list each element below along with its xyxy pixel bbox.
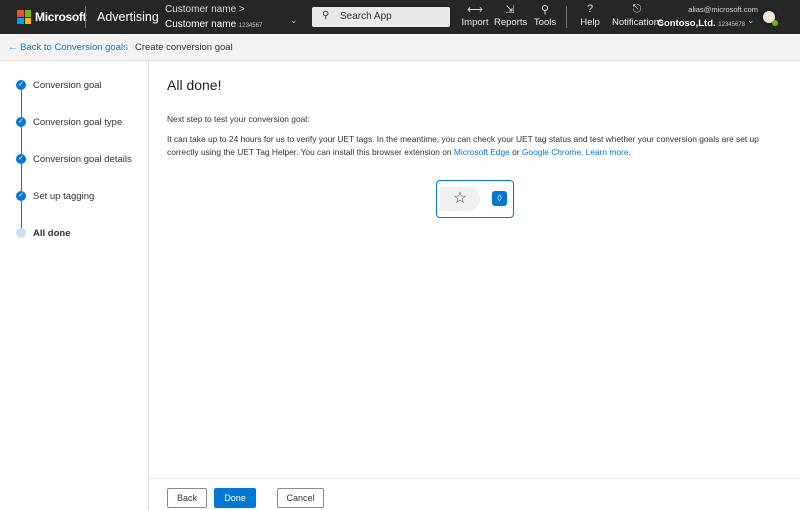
page-title: All done! <box>167 77 222 93</box>
divider <box>85 6 86 28</box>
page-breadcrumb: Create conversion goal <box>135 42 233 53</box>
microsoft-logo-icon <box>17 10 31 24</box>
back-button[interactable]: Back <box>167 488 207 508</box>
subheader: ← Back to Conversion goals Create conver… <box>0 34 800 61</box>
nav-reports[interactable]: ⇲ Reports <box>494 3 527 28</box>
account-picker[interactable]: Customer name 1234567 <box>165 19 262 30</box>
step-connector <box>20 90 22 117</box>
search-input[interactable]: ⚲ Search App <box>312 7 450 27</box>
instructions-text: It can take up to 24 hours for us to ver… <box>167 134 759 157</box>
check-icon: ✓ <box>16 80 26 90</box>
divider <box>566 6 567 28</box>
step-all-done: All done <box>33 228 71 239</box>
nav-help[interactable]: ? Help <box>578 3 602 28</box>
search-icon: ⚲ <box>322 10 330 21</box>
step-conversion-goal-type: Conversion goal type <box>33 117 123 128</box>
chevron-down-icon[interactable]: ⌄ <box>290 15 298 26</box>
brand: Microsoft <box>35 10 87 24</box>
help-icon: ? <box>586 3 594 15</box>
uet-tag-helper-illustration: ☆ ◊ <box>436 180 514 218</box>
step-connector <box>20 127 22 154</box>
tag-icon: ◊ <box>492 191 507 206</box>
step-connector <box>20 164 22 191</box>
nav-import[interactable]: ⟷ Import <box>461 3 489 28</box>
account-switcher[interactable]: Contoso,Ltd. 12345678 <box>657 18 745 29</box>
product-name[interactable]: Advertising <box>97 10 159 24</box>
star-icon: ☆ <box>440 187 480 211</box>
tools-icon: ⚲ <box>540 4 550 16</box>
current-step-dot-icon <box>16 228 26 238</box>
step-connector <box>20 201 22 228</box>
check-icon: ✓ <box>16 154 26 164</box>
step-set-up-tagging: Set up tagging <box>33 191 95 202</box>
divider <box>125 39 126 56</box>
stepper: ✓ ✓ ✓ ✓ Conversion goal Conversion goal … <box>0 61 149 510</box>
reports-icon: ⇲ <box>505 4 515 16</box>
chevron-down-icon[interactable]: ⌄ <box>747 15 755 26</box>
check-icon: ✓ <box>16 191 26 201</box>
avatar[interactable] <box>760 8 778 26</box>
done-button[interactable]: Done <box>214 488 256 508</box>
google-chrome-link[interactable]: Google Chrome <box>522 147 581 157</box>
cancel-button[interactable]: Cancel <box>277 488 324 508</box>
nav-notifications[interactable]: ⎋ Notifications <box>612 3 664 28</box>
check-icon: ✓ <box>16 117 26 127</box>
step-conversion-goal-details: Conversion goal details <box>33 154 132 165</box>
nav-tools[interactable]: ⚲ Tools <box>533 3 557 28</box>
learn-more-link[interactable]: Learn more. <box>586 147 631 157</box>
presence-indicator <box>772 20 778 26</box>
top-bar: Microsoft Advertising Customer name > Cu… <box>0 0 800 34</box>
user-email: alias@microsoft.com <box>688 5 758 14</box>
intro-text: Next step to test your conversion goal: <box>167 114 310 124</box>
arrow-left-icon: ← <box>8 42 18 53</box>
customer-breadcrumb[interactable]: Customer name > <box>165 4 245 15</box>
bell-icon: ⎋ <box>632 3 642 15</box>
back-to-conversion-goals-link[interactable]: ← Back to Conversion goals <box>8 42 128 53</box>
step-conversion-goal: Conversion goal <box>33 80 102 91</box>
import-icon: ⟷ <box>467 4 483 16</box>
microsoft-edge-link[interactable]: Microsoft Edge <box>454 147 510 157</box>
